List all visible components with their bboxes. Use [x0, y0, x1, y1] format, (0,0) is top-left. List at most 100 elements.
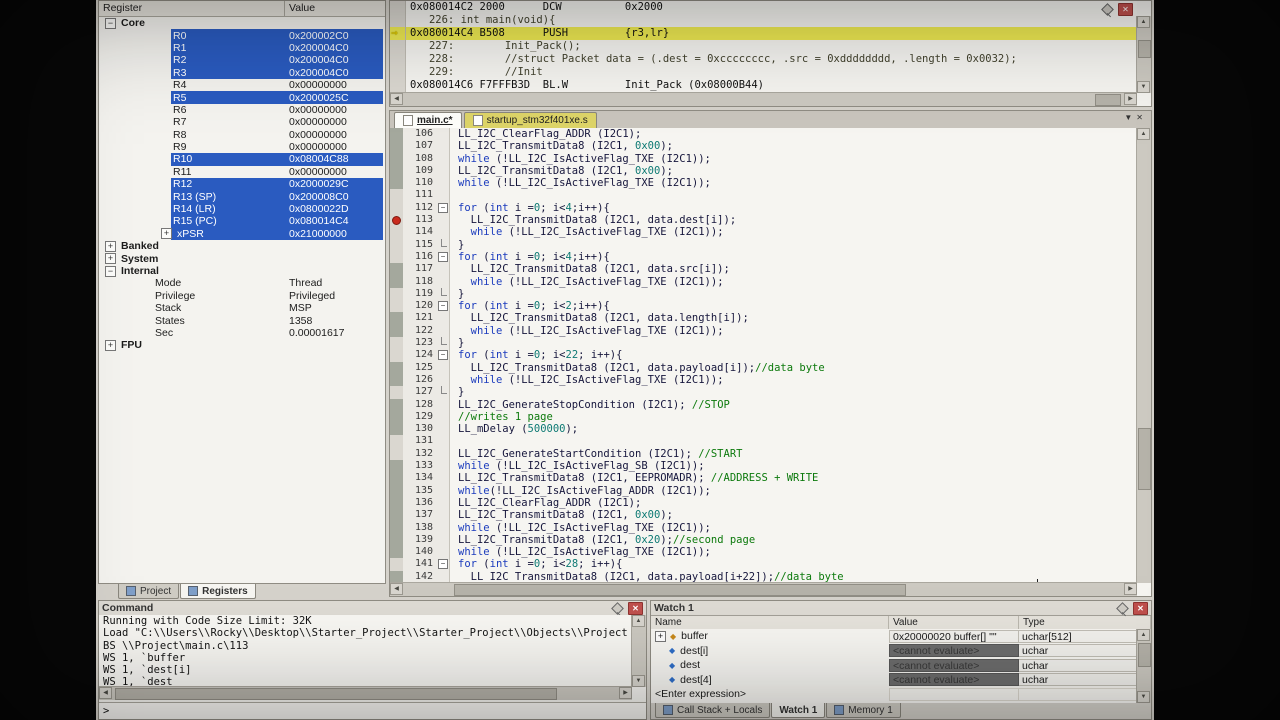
- fold-collapse-icon[interactable]: −: [438, 350, 448, 360]
- register-row-r9[interactable]: R90x00000000: [99, 141, 385, 153]
- register-row-r3[interactable]: R30x200004C0: [99, 67, 385, 79]
- scroll-right-icon[interactable]: ▶: [619, 687, 632, 699]
- watch-row-dest[interactable]: ◆dest<cannot evaluate>uchar: [651, 658, 1137, 673]
- scroll-left-icon[interactable]: ◀: [99, 687, 112, 699]
- file-tab-startup-stm32f401xe-s[interactable]: startup_stm32f401xe.s: [464, 112, 597, 128]
- editor-line[interactable]: 133while (!LL_I2C_IsActiveFlag_SB (I2C1)…: [390, 460, 1137, 472]
- editor-line[interactable]: 115}: [390, 239, 1137, 251]
- editor-line[interactable]: 138while (!LL_I2C_IsActiveFlag_TXE (I2C1…: [390, 522, 1137, 534]
- expander-plus-icon[interactable]: +: [655, 631, 666, 642]
- fold-collapse-icon[interactable]: −: [438, 252, 448, 262]
- watch-row-dest-i[interactable]: ◆dest[i]<cannot evaluate>uchar: [651, 644, 1137, 659]
- register-row-r7[interactable]: R70x00000000: [99, 116, 385, 128]
- tab-call-stack-locals[interactable]: Call Stack + Locals: [655, 703, 770, 718]
- editor-line[interactable]: 125 LL_I2C_TransmitData8 (I2C1, data.pay…: [390, 362, 1137, 374]
- scroll-left-icon[interactable]: ◀: [390, 93, 403, 105]
- register-row-system[interactable]: +System: [99, 252, 385, 264]
- register-row-r12[interactable]: R120x2000029C: [99, 178, 385, 190]
- register-row-sec[interactable]: Sec0.00001617: [99, 327, 385, 339]
- editor-line[interactable]: 128LL_I2C_GenerateStopCondition (I2C1); …: [390, 399, 1137, 411]
- editor-line[interactable]: 130LL_mDelay (500000);: [390, 423, 1137, 435]
- register-row-r6[interactable]: R60x00000000: [99, 104, 385, 116]
- register-row-r13-sp[interactable]: R13 (SP)0x200008C0: [99, 190, 385, 202]
- register-row-r15-pc[interactable]: R15 (PC)0x080014C4: [99, 215, 385, 227]
- disasm-line[interactable]: 229: //Init: [390, 66, 1137, 79]
- tab-close-icon[interactable]: ✕: [1136, 113, 1147, 122]
- editor-line[interactable]: 135while(!LL_I2C_IsActiveFlag_ADDR (I2C1…: [390, 485, 1137, 497]
- scrollbar-thumb[interactable]: [1138, 40, 1151, 58]
- editor-line[interactable]: 132LL_I2C_GenerateStartCondition (I2C1);…: [390, 448, 1137, 460]
- pin-icon[interactable]: [1101, 3, 1114, 16]
- disasm-line[interactable]: 227: Init_Pack();: [390, 40, 1137, 53]
- register-row-core[interactable]: −Core: [99, 17, 385, 29]
- register-row-fpu[interactable]: +FPU: [99, 339, 385, 351]
- scroll-left-icon[interactable]: ◀: [390, 583, 403, 595]
- editor-line[interactable]: 107LL_I2C_TransmitData8 (I2C1, 0x00);: [390, 140, 1137, 152]
- editor-line[interactable]: 140while (!LL_I2C_IsActiveFlag_TXE (I2C1…: [390, 546, 1137, 558]
- scroll-down-icon[interactable]: ▼: [1137, 81, 1150, 93]
- register-row-xpsr[interactable]: +xPSR0x21000000: [99, 228, 385, 240]
- editor-body[interactable]: 106LL_I2C_ClearFlag_ADDR (I2C1);107LL_I2…: [390, 128, 1137, 583]
- pin-icon[interactable]: [611, 602, 624, 615]
- editor-line[interactable]: 113 LL_I2C_TransmitData8 (I2C1, data.des…: [390, 214, 1137, 226]
- editor-line[interactable]: 137LL_I2C_TransmitData8 (I2C1, 0x00);: [390, 509, 1137, 521]
- editor-line[interactable]: 117 LL_I2C_TransmitData8 (I2C1, data.src…: [390, 263, 1137, 275]
- editor-line[interactable]: 118 while (!LL_I2C_IsActiveFlag_TXE (I2C…: [390, 276, 1137, 288]
- fold-collapse-icon[interactable]: −: [438, 203, 448, 213]
- disassembly-vscrollbar[interactable]: ▲ ▼: [1136, 16, 1151, 93]
- expander-plus-icon[interactable]: +: [105, 340, 116, 351]
- expander-plus-icon[interactable]: +: [105, 241, 116, 252]
- register-row-r8[interactable]: R80x00000000: [99, 129, 385, 141]
- close-icon[interactable]: ✕: [1118, 3, 1133, 16]
- register-row-r2[interactable]: R20x200004C0: [99, 54, 385, 66]
- editor-hscrollbar[interactable]: ◀ ▶: [390, 582, 1137, 596]
- tab-project[interactable]: Project: [118, 584, 179, 599]
- command-hscrollbar[interactable]: ◀ ▶: [99, 686, 632, 700]
- editor-vscrollbar[interactable]: ▲: [1136, 128, 1151, 583]
- disasm-line[interactable]: →0x080014C4 B508 PUSH {r3,lr}: [390, 27, 1137, 40]
- scroll-up-icon[interactable]: ▲: [632, 615, 645, 627]
- editor-line[interactable]: 122 while (!LL_I2C_IsActiveFlag_TXE (I2C…: [390, 325, 1137, 337]
- scrollbar-thumb[interactable]: [1095, 94, 1121, 106]
- editor-line[interactable]: 110while (!LL_I2C_IsActiveFlag_TXE (I2C1…: [390, 177, 1137, 189]
- editor-line[interactable]: 139LL_I2C_TransmitData8 (I2C1, 0x20);//s…: [390, 534, 1137, 546]
- close-icon[interactable]: ✕: [628, 602, 643, 615]
- editor-line[interactable]: 124−for (int i =0; i<22; i++){: [390, 349, 1137, 361]
- editor-line[interactable]: 108while (!LL_I2C_IsActiveFlag_TXE (I2C1…: [390, 153, 1137, 165]
- scrollbar-thumb[interactable]: [115, 688, 557, 700]
- close-icon[interactable]: ✕: [1133, 602, 1148, 615]
- disasm-line[interactable]: 0x080014C2 2000 DCW 0x2000: [390, 1, 1137, 14]
- editor-line[interactable]: 127}: [390, 386, 1137, 398]
- scrollbar-thumb[interactable]: [1138, 428, 1151, 490]
- editor-line[interactable]: 114 while (!LL_I2C_IsActiveFlag_TXE (I2C…: [390, 226, 1137, 238]
- register-row-stack[interactable]: StackMSP: [99, 302, 385, 314]
- fold-collapse-icon[interactable]: −: [438, 559, 448, 569]
- expander-minus-icon[interactable]: −: [105, 18, 116, 29]
- watch-vscrollbar[interactable]: ▲ ▼: [1136, 629, 1151, 703]
- watch-row-buffer[interactable]: +◆buffer0x20000020 buffer[] ""uchar[512]: [651, 629, 1137, 644]
- scroll-up-icon[interactable]: ▲: [1137, 128, 1150, 140]
- register-row-r5[interactable]: R50x2000025C: [99, 91, 385, 103]
- expander-plus-icon[interactable]: +: [105, 253, 116, 264]
- scroll-right-icon[interactable]: ▶: [1124, 93, 1137, 105]
- editor-line[interactable]: 131: [390, 435, 1137, 447]
- disassembly-hscrollbar[interactable]: ◀ ▶: [390, 92, 1137, 106]
- editor-line[interactable]: 136LL_I2C_ClearFlag_ADDR (I2C1);: [390, 497, 1137, 509]
- scroll-right-icon[interactable]: ▶: [1124, 583, 1137, 595]
- editor-line[interactable]: 121 LL_I2C_TransmitData8 (I2C1, data.len…: [390, 312, 1137, 324]
- scroll-up-icon[interactable]: ▲: [1137, 16, 1150, 28]
- pin-icon[interactable]: [1116, 602, 1129, 615]
- scrollbar-thumb[interactable]: [1138, 643, 1151, 667]
- editor-line[interactable]: 123}: [390, 337, 1137, 349]
- editor-line[interactable]: 116−for (int i =0; i<4;i++){: [390, 251, 1137, 263]
- fold-collapse-icon[interactable]: −: [438, 301, 448, 311]
- register-row-mode[interactable]: ModeThread: [99, 277, 385, 289]
- watch-row-enter-expression[interactable]: <Enter expression>: [651, 687, 1137, 702]
- register-row-r4[interactable]: R40x00000000: [99, 79, 385, 91]
- register-row-privilege[interactable]: PrivilegePrivileged: [99, 290, 385, 302]
- register-row-r14-lr[interactable]: R14 (LR)0x0800022D: [99, 203, 385, 215]
- register-row-states[interactable]: States1358: [99, 314, 385, 326]
- editor-line[interactable]: 109LL_I2C_TransmitData8 (I2C1, 0x00);: [390, 165, 1137, 177]
- editor-line[interactable]: 126 while (!LL_I2C_IsActiveFlag_TXE (I2C…: [390, 374, 1137, 386]
- disasm-line[interactable]: 0x080014C6 F7FFFB3D BL.W Init_Pack (0x08…: [390, 79, 1137, 92]
